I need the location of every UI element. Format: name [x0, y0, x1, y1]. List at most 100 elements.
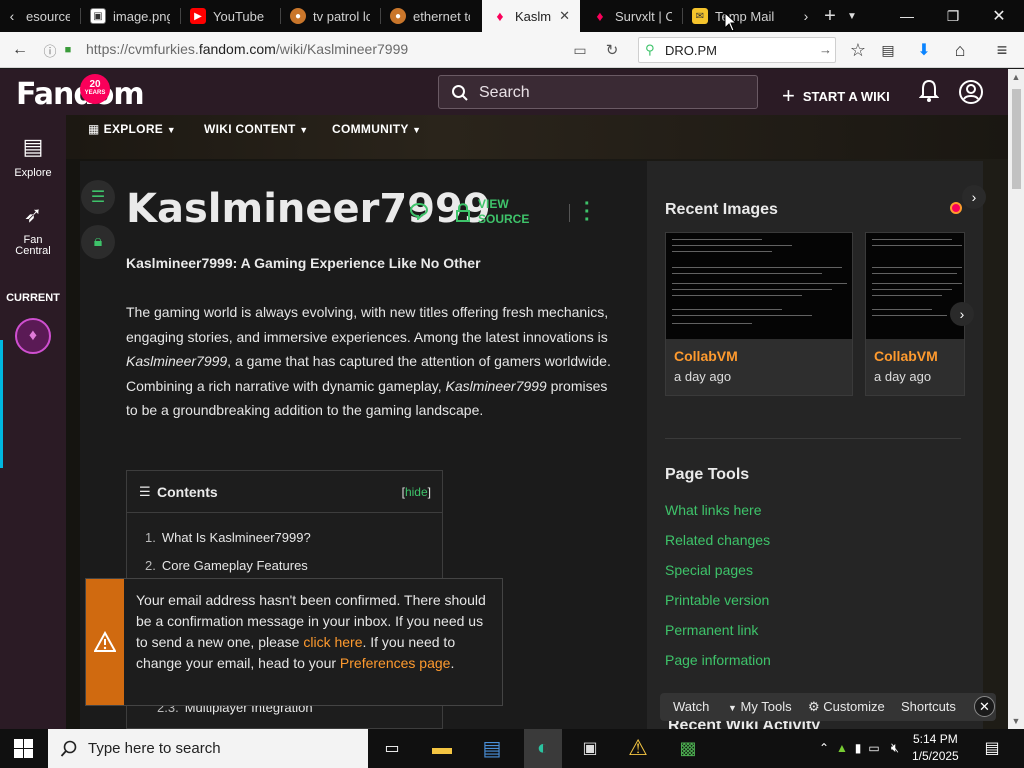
- community-header: ▦ EXPLORE ▼ WIKI CONTENT ▼ COMMUNITY ▼: [66, 115, 1008, 159]
- terminal-icon[interactable]: ▣: [576, 734, 604, 762]
- watch-button[interactable]: Watch: [673, 699, 709, 714]
- plus-icon: +: [782, 83, 795, 108]
- fandom-logo[interactable]: Fandom: [16, 77, 145, 112]
- comment-bubble-icon[interactable]: [409, 202, 429, 220]
- tool-printable-version[interactable]: Printable version: [665, 592, 769, 608]
- user-avatar-icon[interactable]: [958, 79, 984, 105]
- app-window-icon[interactable]: ▩: [674, 734, 702, 762]
- customize-button[interactable]: ⚙ Customize: [808, 699, 885, 715]
- notifications-bell-icon[interactable]: [919, 79, 939, 103]
- taskbar-search-box[interactable]: Type here to search: [48, 729, 368, 768]
- explore-menu[interactable]: ▦ EXPLORE ▼: [88, 122, 176, 136]
- minimize-icon[interactable]: —: [884, 0, 930, 32]
- my-tools-menu[interactable]: ▼ My Tools: [728, 699, 792, 714]
- tool-special-pages[interactable]: Special pages: [665, 562, 753, 578]
- tab-label: image.png: [113, 8, 170, 24]
- reader-view-icon[interactable]: ▭: [566, 36, 594, 64]
- search-engine-icon: ●: [390, 8, 406, 24]
- mail-icon: ✉: [692, 8, 708, 24]
- tray-app-icon[interactable]: ▲: [834, 734, 850, 762]
- menu-hamburger-icon[interactable]: ≡: [988, 36, 1016, 64]
- browser-tab-active[interactable]: ♦ Kaslmi ✕: [482, 0, 580, 32]
- search-engine-icon: ⚲: [645, 42, 655, 57]
- toc-hide-link[interactable]: hide: [405, 485, 428, 499]
- windows-start-icon[interactable]: [14, 739, 33, 758]
- fandom-icon: ♦: [496, 8, 504, 24]
- collapse-rail-chevron-right-icon[interactable]: ›: [962, 185, 986, 209]
- clock-date: 1/5/2025: [912, 749, 959, 763]
- rail-fan-central-button[interactable]: ➶ Fan Central: [0, 203, 66, 257]
- reload-icon[interactable]: ↻: [598, 36, 626, 64]
- task-view-icon[interactable]: ▭: [378, 734, 406, 762]
- tab-list-chevron-down-icon[interactable]: ▼: [840, 0, 864, 32]
- back-arrow-icon[interactable]: ←: [6, 36, 34, 64]
- tab-scroll-right-icon[interactable]: ›: [794, 0, 818, 32]
- warning-app-icon[interactable]: ⚠: [624, 734, 652, 762]
- chevron-down-icon: ▼: [166, 125, 176, 135]
- shortcuts-button[interactable]: Shortcuts: [901, 699, 956, 714]
- wiki-content-menu[interactable]: WIKI CONTENT ▼: [204, 122, 308, 136]
- browser-tab[interactable]: ● ethernet to: [380, 0, 480, 32]
- browser-tab[interactable]: ▣ image.png: [80, 0, 180, 32]
- battery-icon[interactable]: ▮: [850, 734, 866, 762]
- toc-item-label: Core Gameplay Features: [161, 558, 308, 573]
- view-source-button[interactable]: VIEW SOURCE: [478, 197, 529, 227]
- explore-menu-label: EXPLORE: [103, 122, 164, 136]
- resend-confirmation-link[interactable]: click here: [303, 634, 362, 650]
- toc-list-icon[interactable]: ☰: [81, 180, 115, 214]
- browser-tab[interactable]: ▶ YouTube: [180, 0, 280, 32]
- current-wiki-avatar[interactable]: ♦: [15, 318, 51, 354]
- new-tab-plus-icon[interactable]: +: [818, 0, 842, 32]
- restore-window-icon[interactable]: ❐: [930, 0, 976, 32]
- browser-tab[interactable]: esource H: [16, 0, 80, 32]
- documents-icon[interactable]: ▤: [478, 734, 506, 762]
- tool-page-information[interactable]: Page information: [665, 652, 771, 668]
- browser-tab[interactable]: ♦ Survxlt | Co: [582, 0, 682, 32]
- toc-item[interactable]: 1. What Is Kaslmineer7999?: [145, 530, 311, 545]
- tool-what-links-here[interactable]: What links here: [665, 502, 761, 518]
- toc-item-number: 1.: [145, 530, 156, 545]
- lock-icon[interactable]: 🔒︎: [81, 225, 115, 259]
- rail-explore-button[interactable]: ▤ Explore: [0, 135, 66, 180]
- scroll-up-arrow-icon[interactable]: ▲: [1008, 69, 1024, 85]
- community-menu[interactable]: COMMUNITY ▼: [332, 122, 421, 136]
- edge-browser-icon[interactable]: ◐: [524, 729, 562, 768]
- fandom-search-input[interactable]: Search: [438, 75, 758, 109]
- banner-text-3: .: [450, 655, 455, 671]
- more-actions-kebab-icon[interactable]: · · ·: [584, 194, 591, 230]
- search-go-arrow-icon[interactable]: →: [819, 42, 832, 57]
- preferences-page-link[interactable]: Preferences page: [340, 655, 451, 671]
- search-field[interactable]: ⚲ DRO.PM →: [638, 37, 836, 63]
- wiki-tools-toolbar: Watch ▼ My Tools ⚙ Customize Shortcuts ✕: [660, 693, 996, 721]
- browser-tab[interactable]: ● tv patrol lo: [280, 0, 380, 32]
- home-icon[interactable]: ⌂: [946, 36, 974, 64]
- download-arrow-icon[interactable]: ⬇: [910, 36, 938, 64]
- close-tab-icon[interactable]: ✕: [559, 8, 570, 24]
- tool-permanent-link[interactable]: Permanent link: [665, 622, 758, 638]
- search-placeholder: Search: [479, 84, 530, 101]
- recent-image-card[interactable]: CollabVM a day ago: [665, 232, 853, 396]
- tool-related-changes[interactable]: Related changes: [665, 532, 770, 548]
- close-toolbar-icon[interactable]: ✕: [974, 696, 995, 717]
- para-game-name-1: Kaslmineer7999: [126, 353, 228, 370]
- file-explorer-icon[interactable]: ▬: [428, 734, 456, 762]
- carousel-next-chevron-right-icon[interactable]: ›: [950, 302, 974, 326]
- explore-map-icon: ▦: [88, 122, 100, 136]
- close-window-icon[interactable]: ✕: [976, 0, 1022, 32]
- notification-center-icon[interactable]: ▤: [978, 734, 1006, 762]
- taskbar-clock[interactable]: 5:14 PM 1/5/2025: [912, 731, 959, 765]
- mouse-cursor-icon: [724, 12, 738, 32]
- url-field[interactable]: https://cvmfurkies.fandom.com/wiki/Kaslm…: [86, 41, 408, 57]
- toc-item[interactable]: 2. Core Gameplay Features: [145, 558, 308, 573]
- search-engine-icon: ●: [290, 8, 306, 24]
- volume-muted-icon[interactable]: 🔇︎: [884, 734, 906, 762]
- library-icon[interactable]: ▤: [874, 36, 902, 64]
- start-a-wiki-button[interactable]: + START A WIKI: [782, 83, 890, 109]
- network-icon[interactable]: ▭: [866, 734, 882, 762]
- bookmark-star-icon[interactable]: ☆: [844, 36, 872, 64]
- toc-hide-toggle[interactable]: [hide]: [402, 485, 431, 499]
- scroll-down-arrow-icon[interactable]: ▼: [1008, 713, 1024, 729]
- page-scrollbar[interactable]: ▲ ▼: [1008, 69, 1024, 729]
- scrollbar-thumb[interactable]: [1012, 89, 1021, 189]
- toc-list-icon: ☰: [139, 484, 151, 499]
